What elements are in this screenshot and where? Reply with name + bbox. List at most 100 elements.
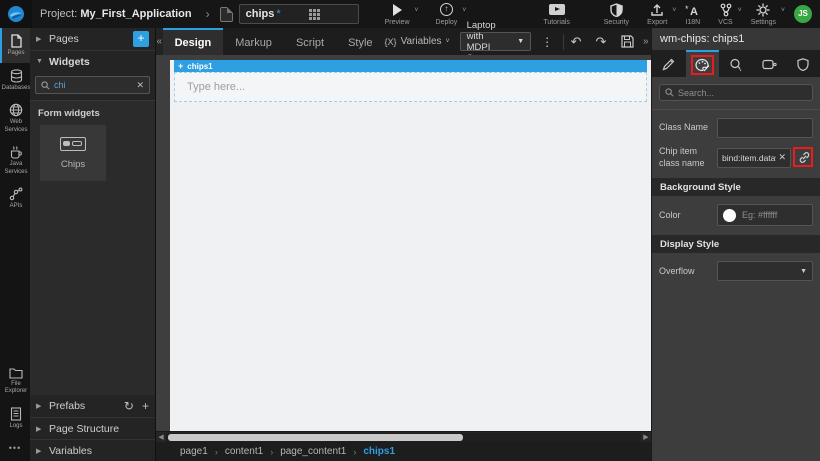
- project-name: My_First_Application: [80, 8, 191, 20]
- widget-selection-bar[interactable]: + chips1: [174, 60, 647, 72]
- add-page-button[interactable]: +: [133, 31, 149, 47]
- page-structure-section-header[interactable]: ▶ Page Structure: [30, 417, 155, 439]
- tab-device[interactable]: [753, 50, 787, 77]
- breadcrumb-page1[interactable]: page1: [180, 446, 208, 457]
- scroll-left-arrow[interactable]: ◀: [156, 433, 166, 441]
- design-canvas[interactable]: + chips1 Type here...: [170, 60, 651, 431]
- tab-script[interactable]: Script: [284, 28, 336, 55]
- horizontal-scrollbar[interactable]: ◀ ▶: [156, 431, 651, 442]
- background-color-input[interactable]: Eg: #ffffff: [717, 204, 813, 226]
- form-widgets-group-label: Form widgets: [30, 101, 155, 125]
- project-title: Project: My_First_Application: [40, 8, 192, 20]
- overflow-field-row: Overflow ▼: [652, 253, 820, 285]
- device-selector[interactable]: Laptop with MDPI Screen ▼: [460, 32, 532, 51]
- tutorials-label: Tutorials: [543, 19, 570, 26]
- save-icon: [621, 35, 634, 48]
- variables-button[interactable]: {X} Variables ˅: [385, 36, 450, 47]
- settings-button[interactable]: Settings ˅: [751, 3, 776, 26]
- left-panel: ▶ Pages + ▼ Widgets chi ✕ Form widgets: [30, 28, 156, 461]
- pages-section-header[interactable]: ▶ Pages +: [30, 28, 155, 50]
- search-icon: [665, 88, 674, 97]
- tab-inspect[interactable]: [719, 50, 753, 77]
- scroll-right-arrow[interactable]: ▶: [641, 433, 651, 441]
- shield-icon: [610, 3, 623, 17]
- chevron-right-icon: ›: [206, 7, 210, 21]
- rail-item-file-explorer[interactable]: File Explorer: [0, 361, 30, 401]
- overflow-select[interactable]: ▼: [717, 261, 813, 281]
- prefabs-section-header[interactable]: ▶ Prefabs ↻ +: [30, 395, 155, 417]
- translate-icon: * A: [685, 3, 700, 17]
- bind-property-button[interactable]: [795, 149, 813, 167]
- property-search-box[interactable]: Search...: [659, 84, 813, 101]
- undo-button[interactable]: ↶: [571, 34, 582, 50]
- clear-search-icon[interactable]: ✕: [136, 80, 144, 91]
- expand-right-panel-button[interactable]: »: [642, 36, 649, 47]
- chevron-down-icon[interactable]: ˅: [781, 7, 785, 14]
- breadcrumb-content1[interactable]: content1: [225, 446, 263, 457]
- vcs-button[interactable]: VCS ˅: [718, 3, 732, 26]
- chip-item-class-input[interactable]: bind:item.datavalue.d ✕: [717, 148, 791, 168]
- open-file-tab[interactable]: chips *: [239, 4, 359, 24]
- chips-widget-label: Chips: [61, 159, 85, 170]
- rail-item-pages[interactable]: Pages: [0, 28, 30, 63]
- rail-item-java-services[interactable]: Java Services: [0, 139, 30, 181]
- rail-item-logs[interactable]: Logs: [0, 401, 30, 436]
- save-button[interactable]: [621, 35, 634, 48]
- rail-item-apis[interactable]: APIs: [0, 181, 30, 216]
- chips-widget-tile[interactable]: Chips: [40, 125, 106, 181]
- user-avatar[interactable]: JS: [794, 5, 812, 23]
- more-options-icon[interactable]: •••: [0, 435, 30, 461]
- tutorials-button[interactable]: Tutorials: [543, 3, 570, 26]
- page-file-icon: [220, 7, 233, 22]
- top-bar: Project: My_First_Application › chips * …: [0, 0, 820, 28]
- vcs-label: VCS: [718, 19, 732, 26]
- search-input[interactable]: chi: [54, 80, 136, 90]
- tab-markup[interactable]: Markup: [223, 28, 284, 55]
- breadcrumb-chips1[interactable]: chips1: [363, 446, 395, 457]
- rail-item-web-services[interactable]: Web Services: [0, 97, 30, 139]
- tab-design[interactable]: Design: [163, 28, 224, 55]
- tutorials-video-icon: [549, 4, 565, 15]
- color-swatch[interactable]: [723, 209, 736, 222]
- redo-button[interactable]: ↷: [596, 34, 607, 50]
- class-name-input[interactable]: [717, 118, 813, 138]
- deploy-button[interactable]: ↑ Deploy ˅: [436, 3, 458, 26]
- i18n-button[interactable]: * A I18N: [685, 3, 700, 26]
- app-logo[interactable]: [0, 0, 32, 28]
- chips1-widget[interactable]: + chips1 Type here...: [174, 60, 647, 102]
- rail-label: Logs: [9, 423, 22, 431]
- add-prefab-icon[interactable]: +: [142, 399, 149, 413]
- preview-button[interactable]: Preview ˅: [385, 3, 410, 26]
- chevron-down-icon[interactable]: ˅: [672, 7, 676, 14]
- tab-style[interactable]: Style: [336, 28, 384, 55]
- color-placeholder: Eg: #ffffff: [742, 210, 777, 220]
- chevron-down-icon[interactable]: ˅: [462, 7, 466, 14]
- refresh-prefabs-icon[interactable]: ↻: [124, 399, 134, 413]
- tab-properties[interactable]: [652, 50, 686, 77]
- wavemaker-studio: Project: My_First_Application › chips * …: [0, 0, 820, 461]
- rail-label: Databases: [2, 85, 31, 93]
- export-button[interactable]: Export ˅: [647, 3, 667, 26]
- tab-security[interactable]: [786, 50, 820, 77]
- scrollbar-thumb[interactable]: [168, 434, 463, 441]
- move-icon[interactable]: +: [178, 61, 183, 71]
- database-icon: [10, 69, 23, 83]
- canvas-area: + chips1 Type here...: [156, 55, 651, 431]
- tab-styles[interactable]: [686, 50, 720, 77]
- chevron-down-icon[interactable]: ˅: [414, 7, 418, 14]
- widgets-section-header[interactable]: ▼ Widgets: [30, 50, 155, 72]
- chevron-down-icon[interactable]: ˅: [738, 7, 742, 14]
- scrollbar-track[interactable]: [166, 433, 641, 442]
- variables-section-header[interactable]: ▶ Variables: [30, 439, 155, 461]
- widget-search-box[interactable]: chi ✕: [35, 76, 150, 94]
- security-button[interactable]: Security: [604, 3, 629, 26]
- deploy-icon: ↑: [440, 3, 453, 16]
- more-actions-icon[interactable]: ⋮: [541, 35, 553, 49]
- chips-input-area[interactable]: Type here...: [174, 72, 647, 102]
- breadcrumb-page-content1[interactable]: page_content1: [280, 446, 346, 457]
- rail-item-databases[interactable]: Databases: [0, 63, 30, 98]
- dropdown-arrow-icon: ▼: [517, 38, 524, 45]
- chevron-down-icon: ˅: [446, 38, 450, 45]
- grid-layout-icon[interactable]: [309, 9, 320, 20]
- clear-binding-icon[interactable]: ✕: [778, 152, 786, 163]
